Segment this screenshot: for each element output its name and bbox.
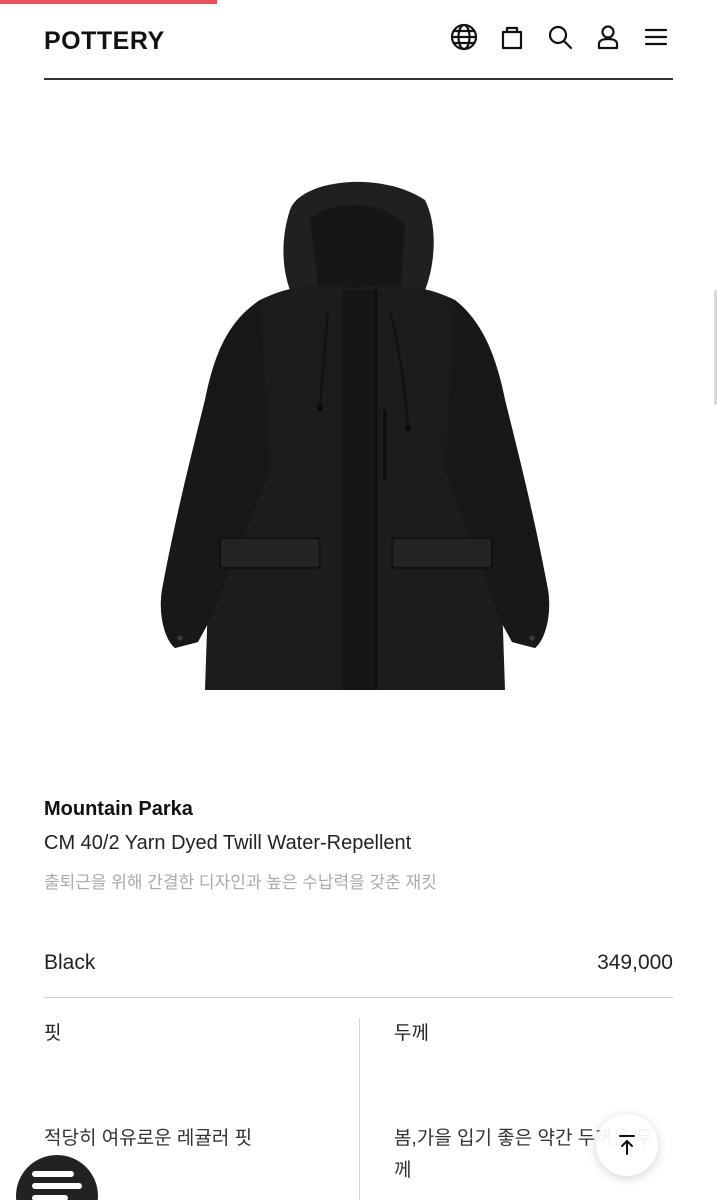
spec-fit-title: 핏 [44, 1023, 62, 1044]
search-icon[interactable] [543, 20, 577, 54]
product-price: 349,000 [597, 951, 673, 974]
menu-icon[interactable] [639, 20, 673, 54]
site-header: POTTERY [44, 0, 673, 80]
shopping-bag-icon[interactable] [495, 20, 529, 54]
globe-icon[interactable] [447, 20, 481, 54]
spec-fit-value: 적당히 여유로운 레귤러 핏 [44, 1128, 253, 1149]
chat-button[interactable] [16, 1155, 98, 1200]
spec-divider [359, 1018, 360, 1200]
spec-thickness-title: 두께 [394, 1023, 429, 1044]
product-image[interactable] [150, 170, 560, 710]
product-name: Mountain Parka [44, 798, 193, 820]
user-icon[interactable] [591, 20, 625, 54]
header-icons [447, 20, 673, 54]
chat-icon [32, 1171, 82, 1200]
product-material: CM 40/2 Yarn Dyed Twill Water-Repellent [44, 832, 412, 854]
spec-fit: 핏 적당히 여유로운 레귤러 핏 [44, 1018, 344, 1155]
divider [44, 997, 673, 998]
scroll-to-top-button[interactable] [596, 1114, 658, 1176]
product-color: Black [44, 951, 96, 974]
arrow-up-icon [619, 1135, 635, 1155]
brand-logo[interactable]: POTTERY [44, 27, 165, 56]
product-description: 출퇴근을 위해 간결한 디자인과 높은 수납력을 갖춘 재킷 [44, 873, 437, 892]
